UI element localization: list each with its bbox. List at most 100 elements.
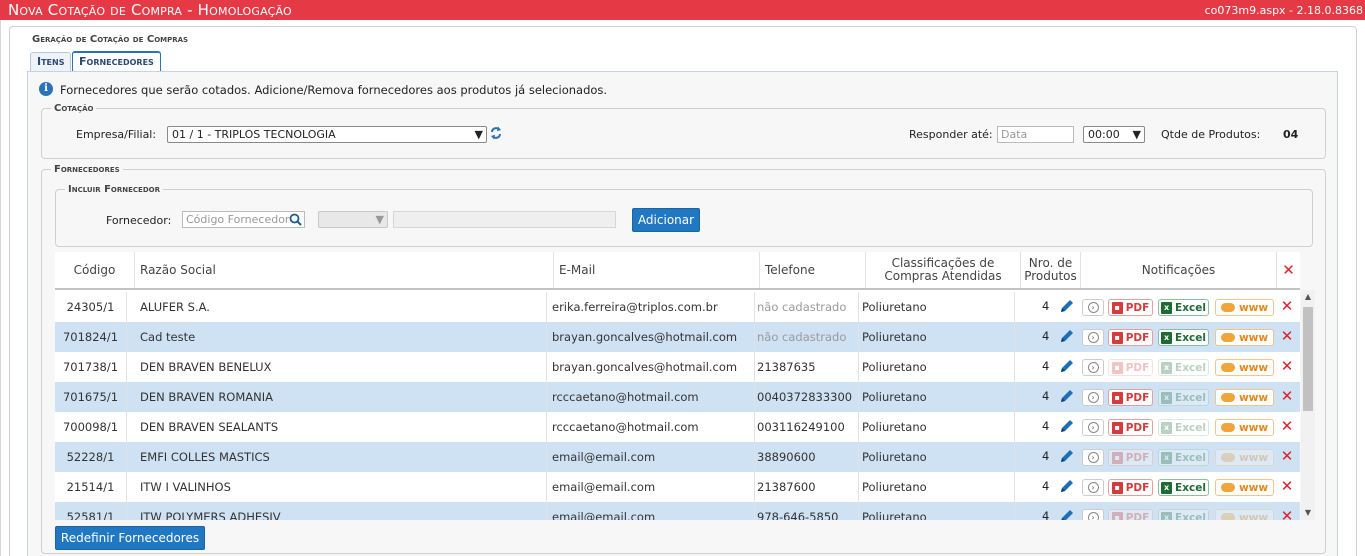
edit-pencil-icon[interactable] [1059,448,1075,464]
pdf-label: PDF [1125,301,1150,314]
edit-pencil-icon[interactable] [1059,298,1075,314]
scrollbar-thumb[interactable] [1303,307,1313,411]
header-remove-all[interactable]: ✕ [1277,252,1300,288]
www-button[interactable]: www [1215,299,1274,316]
cell-razao-social: ITW POLYMERS ADHESIV [136,502,547,520]
pdf-button[interactable]: ▪ PDF [1108,449,1153,466]
remove-row-icon[interactable]: ✕ [1280,418,1294,434]
pdf-button[interactable]: ▪ PDF [1108,389,1153,406]
edit-pencil-icon[interactable] [1059,358,1075,374]
tab-itens[interactable]: Itens [30,52,72,71]
pdf-button[interactable]: ▪ PDF [1108,359,1153,376]
www-label: www [1238,391,1269,404]
cell-codigo: 701824/1 [55,322,127,352]
table-row[interactable]: 701824/1 Cad teste brayan.goncalves@hotmai… [55,322,1300,352]
excel-button[interactable]: x Excel [1158,389,1209,406]
scroll-up-icon[interactable]: ▲ [1301,290,1315,304]
pdf-button[interactable]: ▪ PDF [1108,509,1153,520]
cell-codigo: 701738/1 [55,352,127,382]
adicionar-button[interactable]: Adicionar [632,208,700,232]
table-row[interactable]: 52581/1 ITW POLYMERS ADHESIV email@email.c… [55,502,1300,520]
remove-row-icon[interactable]: ✕ [1280,328,1294,344]
remove-row-icon[interactable]: ✕ [1280,388,1294,404]
edit-pencil-icon[interactable] [1059,418,1075,434]
table-scrollbar[interactable]: ▲ ▼ [1301,290,1315,520]
chevron-down-icon: ▼ [474,128,483,141]
table-row[interactable]: 21514/1 ITW I VALINHOS email@email.com 2138… [55,472,1300,502]
edit-pencil-icon[interactable] [1059,328,1075,344]
codigo-fornecedor-input[interactable]: Código Fornecedor [182,211,305,228]
notify-default-button[interactable]: › [1082,449,1104,466]
header-email[interactable]: E-Mail [554,252,760,288]
notify-default-button[interactable]: › [1082,329,1104,346]
redefinir-fornecedores-button[interactable]: Redefinir Fornecedores [55,526,205,550]
header-razao-social[interactable]: Razão Social [135,252,554,288]
scroll-down-icon[interactable]: ▼ [1301,506,1315,520]
www-button[interactable]: www [1215,389,1274,406]
cell-telefone: não cadastrado [753,292,859,322]
arrow-circle-icon: › [1087,482,1099,493]
excel-button[interactable]: x Excel [1158,329,1209,346]
refresh-icon[interactable] [489,125,503,141]
pdf-button[interactable]: ▪ PDF [1108,299,1153,316]
arrow-circle-icon: › [1087,332,1099,343]
codigo-fornecedor-placeholder: Código Fornecedor [186,213,290,226]
excel-button[interactable]: x Excel [1158,359,1209,376]
remove-row-icon[interactable]: ✕ [1280,358,1294,374]
cell-email: erika.ferreira@triplos.com.br [548,292,755,322]
excel-button[interactable]: x Excel [1158,449,1209,466]
www-button[interactable]: www [1215,479,1274,496]
table-row[interactable]: 701738/1 DEN BRAVEN BENELUX brayan.goncalv… [55,352,1300,382]
table-row[interactable]: 701675/1 DEN BRAVEN ROMANIA rcccaetano@hot… [55,382,1300,412]
www-button[interactable]: www [1215,419,1274,436]
www-button[interactable]: www [1215,509,1274,520]
www-button[interactable]: www [1215,449,1274,466]
excel-button[interactable]: x Excel [1158,419,1209,436]
edit-pencil-icon[interactable] [1059,478,1075,494]
close-icon[interactable]: ✕ [1282,262,1296,278]
pdf-button[interactable]: ▪ PDF [1108,419,1153,436]
pdf-button[interactable]: ▪ PDF [1108,479,1153,496]
excel-button[interactable]: x Excel [1158,479,1209,496]
hora-select[interactable]: 00:00 ▼ [1083,126,1145,143]
header-classificacoes[interactable]: Classificações de Compras Atendidas [866,252,1021,288]
cell-classificacao: Poliuretano [858,352,1015,382]
edit-pencil-icon[interactable] [1059,508,1075,520]
remove-row-icon[interactable]: ✕ [1280,508,1294,520]
edit-pencil-icon[interactable] [1059,388,1075,404]
cell-nro-produtos: 4 [1042,359,1050,373]
search-icon[interactable] [289,213,302,226]
cell-email: email@email.com [548,442,755,472]
table-row[interactable]: 24305/1 ALUFER S.A. erika.ferreira@triplos… [55,292,1300,322]
cell-email: brayan.goncalves@hotmail.com [548,352,755,382]
data-input[interactable]: Data [997,126,1074,143]
pdf-button[interactable]: ▪ PDF [1108,329,1153,346]
tab-fornecedores[interactable]: Fornecedores [72,51,161,71]
notify-default-button[interactable]: › [1082,509,1104,520]
table-row[interactable]: 700098/1 DEN BRAVEN SEALANTS rcccaetano@ho… [55,412,1300,442]
excel-label: Excel [1175,511,1206,521]
excel-button[interactable]: x Excel [1158,509,1209,520]
remove-row-icon[interactable]: ✕ [1280,478,1294,494]
excel-button[interactable]: x Excel [1158,299,1209,316]
excel-icon: x [1161,361,1173,374]
header-nro-produtos[interactable]: Nro. de Produtos [1021,252,1081,288]
empresa-select[interactable]: 01 / 1 - TRIPLOS TECNOLOGIA ▼ [167,126,487,143]
table-row[interactable]: 52228/1 EMFI COLLES MASTICS email@email.co… [55,442,1300,472]
www-button[interactable]: www [1215,329,1274,346]
header-telefone[interactable]: Telefone [760,252,866,288]
remove-row-icon[interactable]: ✕ [1280,448,1294,464]
cell-email: brayan.goncalves@hotmail.com [548,322,755,352]
header-notificacoes: Notificações [1081,252,1277,288]
fornecedor-loja-select[interactable]: ▼ [318,211,388,228]
www-button[interactable]: www [1215,359,1274,376]
left-border [0,20,1,556]
header-codigo[interactable]: Código [55,252,135,288]
notify-default-button[interactable]: › [1082,389,1104,406]
notify-default-button[interactable]: › [1082,299,1104,316]
notify-default-button[interactable]: › [1082,419,1104,436]
notify-default-button[interactable]: › [1082,359,1104,376]
arrow-circle-icon: › [1087,422,1099,433]
remove-row-icon[interactable]: ✕ [1280,298,1294,314]
notify-default-button[interactable]: › [1082,479,1104,496]
